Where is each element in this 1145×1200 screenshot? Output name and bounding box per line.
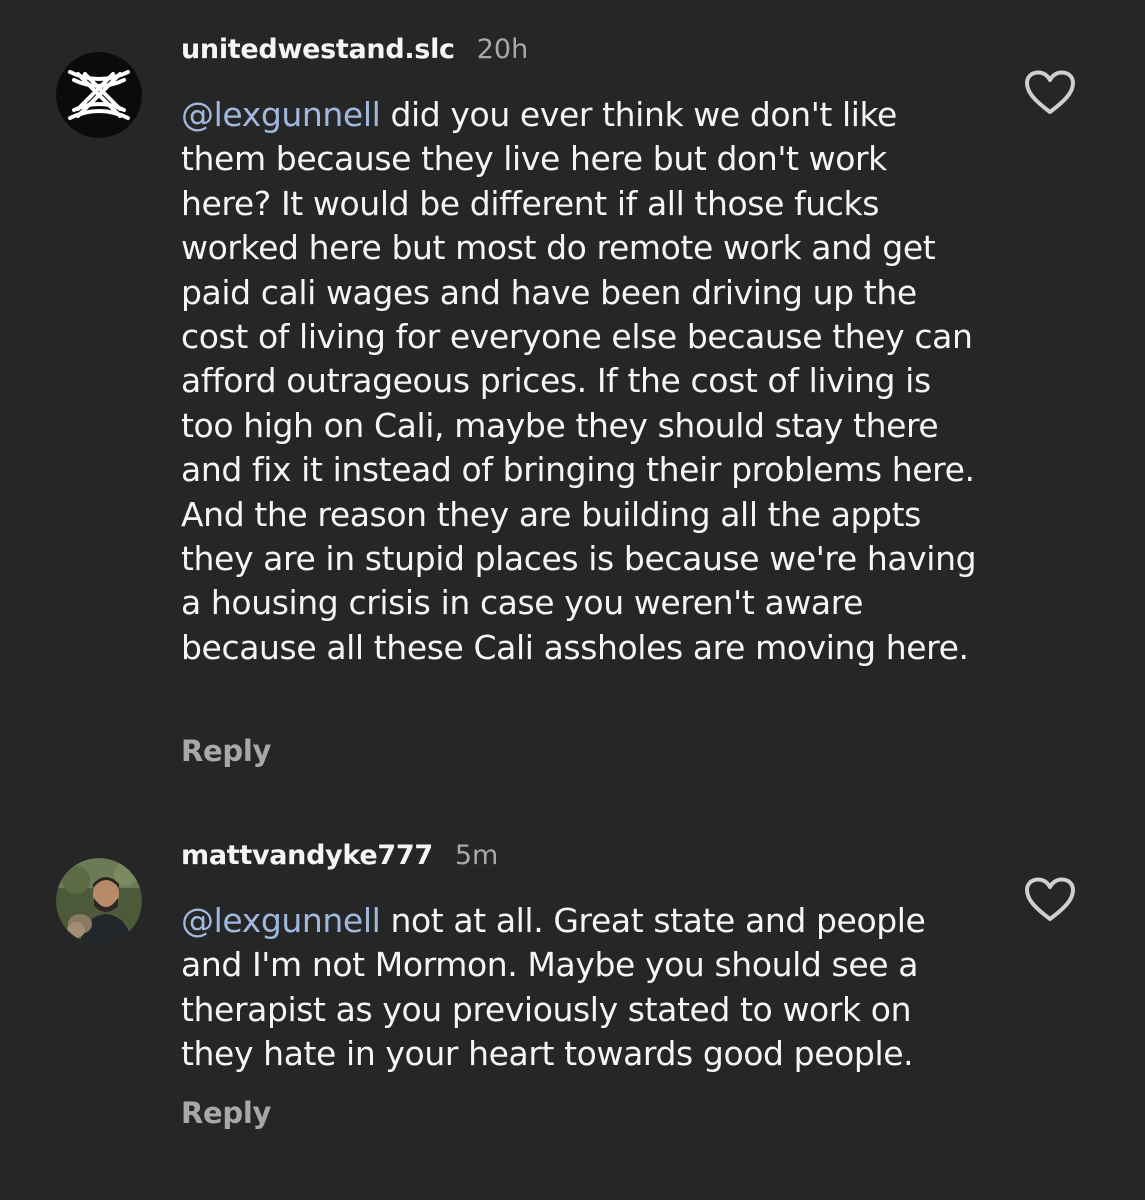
like-button[interactable]: [1024, 877, 1076, 923]
timestamp: 5m: [454, 840, 499, 871]
heart-icon: [1025, 70, 1075, 114]
reply-button[interactable]: Reply: [181, 1096, 271, 1130]
profile-photo-icon: [56, 858, 142, 944]
x-logo-icon: [56, 52, 142, 138]
timestamp: 20h: [476, 34, 529, 65]
avatar[interactable]: [56, 858, 142, 944]
comment-body: did you ever think we don't like them be…: [181, 95, 977, 667]
username[interactable]: mattvandyke777: [181, 840, 433, 871]
comment-header: mattvandyke777 5m: [181, 840, 498, 880]
reply-button[interactable]: Reply: [181, 734, 271, 768]
like-button[interactable]: [1024, 70, 1076, 116]
mention-link[interactable]: @lexgunnell: [181, 95, 381, 134]
heart-icon: [1025, 877, 1075, 921]
comment-header: unitedwestand.slc 20h: [181, 34, 528, 74]
avatar[interactable]: [56, 52, 142, 138]
mention-link[interactable]: @lexgunnell: [181, 901, 381, 940]
username[interactable]: unitedwestand.slc: [181, 34, 455, 65]
comment-text: @lexgunnell not at all. Great state and …: [181, 899, 981, 1077]
comment-text: @lexgunnell did you ever think we don't …: [181, 93, 981, 670]
